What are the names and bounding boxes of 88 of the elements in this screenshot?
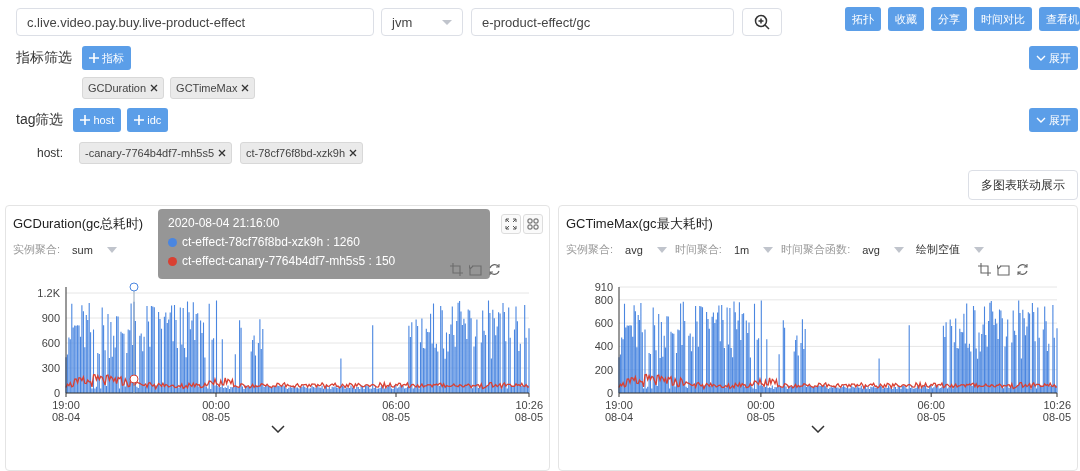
close-icon[interactable] bbox=[349, 149, 358, 157]
caret-icon bbox=[763, 246, 774, 253]
axis-label: 10:26 bbox=[515, 399, 543, 411]
refresh-icon[interactable] bbox=[1016, 263, 1029, 276]
type-select[interactable]: jvm bbox=[381, 8, 463, 36]
axis-label: 08-05 bbox=[381, 411, 411, 423]
expand-icon bbox=[505, 218, 517, 230]
control-label: 时间聚合函数: bbox=[781, 242, 851, 257]
area-zoom-icon[interactable] bbox=[978, 263, 991, 276]
control-select[interactable]: sum bbox=[72, 243, 93, 256]
action-button[interactable]: 拓扑 bbox=[845, 7, 881, 31]
service-field[interactable]: c.live.video.pay.buy.live-product-effect bbox=[16, 8, 374, 36]
axis-label: 0 bbox=[53, 387, 60, 399]
axis-label: 400 bbox=[594, 340, 613, 353]
plus-icon bbox=[80, 115, 91, 125]
axis-label: 910 bbox=[594, 281, 613, 293]
axis-label: 800 bbox=[594, 293, 613, 306]
add-metric-button[interactable]: 指标 bbox=[82, 46, 131, 70]
tag-label: GCTimeMax bbox=[176, 82, 238, 94]
path-field[interactable]: e-product-effect/gc bbox=[471, 8, 734, 36]
tag-label: ct-78cf76f8bd-xzk9h bbox=[246, 147, 346, 159]
axis-label: 10:26 bbox=[1043, 399, 1071, 411]
control-select[interactable]: 1m bbox=[733, 243, 750, 256]
search-button[interactable] bbox=[742, 8, 782, 36]
axis-label: 1.2K bbox=[37, 287, 60, 299]
layout-button[interactable] bbox=[523, 214, 543, 234]
caret-icon bbox=[893, 246, 904, 253]
action-button[interactable]: 收藏 bbox=[888, 7, 924, 31]
grid-icon bbox=[527, 218, 539, 230]
caret-icon bbox=[656, 246, 667, 253]
chart-title: GCTimeMax(gc最大耗时) bbox=[566, 215, 713, 233]
axis-label: 00:00 bbox=[747, 399, 775, 411]
chart-title: GCDuration(gc总耗时) bbox=[13, 215, 144, 233]
tooltip-row: ct-effect-78cf76f8bd-xzk9h : 1260 bbox=[182, 235, 360, 249]
control-label: 实例聚合: bbox=[566, 242, 614, 257]
linked-charts-button[interactable]: 多图表联动展示 bbox=[968, 170, 1078, 200]
axis-label: 06:00 bbox=[382, 399, 410, 411]
axis-label: 200 bbox=[594, 363, 613, 376]
add-tag-button[interactable]: idc bbox=[127, 108, 169, 132]
axis-label: 19:00 bbox=[605, 399, 633, 411]
action-button[interactable]: 查看机 bbox=[1039, 7, 1080, 31]
host-label: host: bbox=[37, 146, 64, 160]
action-button[interactable]: 时间对比 bbox=[974, 7, 1032, 31]
zoom-in-icon bbox=[754, 14, 770, 30]
axis-label: 00:00 bbox=[202, 399, 230, 411]
control-select[interactable]: avg bbox=[625, 243, 643, 256]
tag-label: -canary-7764b4df7-mh5s5 bbox=[85, 147, 215, 159]
chevron-down-icon bbox=[1036, 117, 1046, 123]
axis-label: 900 bbox=[41, 312, 60, 324]
chevron-down-icon bbox=[1036, 55, 1046, 61]
caret-icon bbox=[106, 246, 117, 253]
axis-label: 08-04 bbox=[51, 411, 81, 423]
close-icon[interactable] bbox=[218, 149, 227, 157]
axis-label: 06:00 bbox=[917, 399, 945, 411]
refresh-icon[interactable] bbox=[488, 263, 501, 276]
fullscreen-button[interactable] bbox=[501, 214, 521, 234]
axis-label: 08-05 bbox=[514, 411, 543, 423]
control-label: 时间聚合: bbox=[674, 242, 722, 257]
chevron-down-icon[interactable] bbox=[270, 425, 285, 433]
expand-button[interactable]: 展开 bbox=[1029, 46, 1078, 70]
axis-label: 08-05 bbox=[917, 411, 946, 423]
filter-label: 指标筛选 bbox=[16, 49, 72, 67]
expand-button[interactable]: 展开 bbox=[1029, 108, 1078, 132]
axis-label: 08-05 bbox=[746, 411, 775, 423]
chevron-down-icon[interactable] bbox=[811, 425, 825, 433]
plus-icon bbox=[134, 115, 145, 125]
close-icon[interactable] bbox=[241, 84, 250, 92]
add-tag-button[interactable]: host bbox=[73, 108, 122, 132]
filter-label: tag筛选 bbox=[16, 111, 64, 129]
caret-icon bbox=[973, 246, 984, 253]
axis-label: 600 bbox=[594, 317, 613, 330]
plus-icon bbox=[89, 53, 99, 63]
axis-label: 300 bbox=[41, 362, 60, 374]
axis-label: 0 bbox=[606, 387, 613, 399]
control-label: 实例聚合: bbox=[13, 242, 61, 257]
axis-label: 08-05 bbox=[1042, 411, 1071, 423]
control-select[interactable]: 绘制空值 bbox=[915, 242, 960, 257]
tag-label: GCDuration bbox=[88, 82, 147, 94]
axis-label: 19:00 bbox=[52, 399, 80, 411]
control-select[interactable]: avg bbox=[862, 243, 880, 256]
action-button[interactable]: 分享 bbox=[931, 7, 967, 31]
tooltip-time: 2020-08-04 21:16:00 bbox=[168, 216, 281, 230]
tooltip-row: ct-effect-canary-7764b4df7-mh5s5 : 150 bbox=[182, 254, 396, 268]
undo-zoom-icon[interactable] bbox=[997, 263, 1010, 276]
axis-label: 600 bbox=[41, 337, 60, 349]
axis-label: 08-05 bbox=[201, 411, 231, 423]
close-icon[interactable] bbox=[150, 84, 159, 92]
axis-label: 08-04 bbox=[604, 411, 634, 423]
